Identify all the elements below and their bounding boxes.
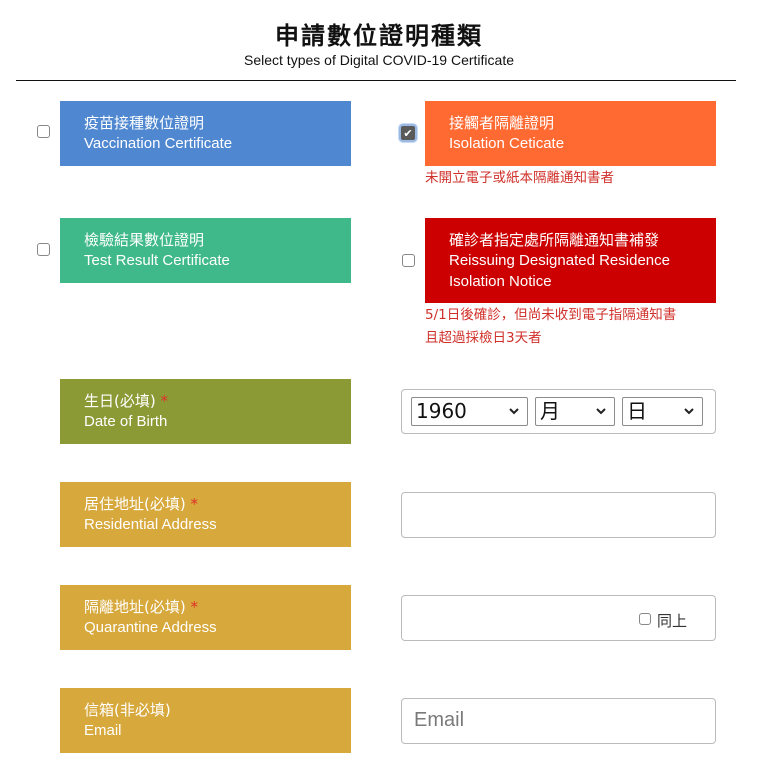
reissue-checkbox[interactable] <box>402 254 415 267</box>
reissue-label-en-line1: Reissuing Designated Residence <box>449 252 670 269</box>
same-as-above-label: 同上 <box>657 612 688 630</box>
checkmark-icon: ✔ <box>403 126 413 140</box>
required-mark: * <box>190 598 199 616</box>
residential-label-zh: 居住地址(必填) <box>84 495 186 513</box>
chevron-down-icon <box>596 408 606 415</box>
page-subtitle: Select types of Digital COVID-19 Certifi… <box>244 52 514 68</box>
dob-label: 生日(必填) * Date of Birth <box>60 379 351 444</box>
required-mark: * <box>160 392 169 410</box>
required-mark: * <box>190 495 199 513</box>
isolation-label-en: Isolation Ceticate <box>449 135 565 152</box>
test-result-label-zh: 檢驗結果數位證明 <box>84 231 205 249</box>
month-value: 月 <box>540 399 560 423</box>
chevron-down-icon <box>684 408 694 415</box>
email-label-zh: 信箱(非必填) <box>84 701 171 719</box>
reissue-note-line1: 5/1日後確診，但尚未收到電子指隔通知書 <box>425 307 677 323</box>
reissue-label-zh: 確診者指定處所隔離通知書補發 <box>449 231 660 249</box>
vaccination-certificate-option[interactable]: 疫苗接種數位證明 Vaccination Certificate <box>60 101 351 166</box>
dob-label-en: Date of Birth <box>84 413 168 430</box>
residential-address-label: 居住地址(必填) * Residential Address <box>60 482 351 547</box>
reissue-label-en-line2: Isolation Notice <box>449 273 552 290</box>
isolation-certificate-option[interactable]: 接觸者隔離證明 Isolation Ceticate <box>425 101 716 166</box>
email-placeholder: Email <box>414 709 465 731</box>
day-value: 日 <box>627 399 647 423</box>
year-value: 1960 <box>416 399 467 423</box>
dob-label-zh: 生日(必填) <box>84 392 156 410</box>
isolation-checkbox[interactable]: ✔ <box>399 124 417 142</box>
vaccination-label-en: Vaccination Certificate <box>84 135 233 152</box>
email-input[interactable]: Email <box>401 698 716 744</box>
vaccination-checkbox[interactable] <box>37 125 50 138</box>
test-result-checkbox[interactable] <box>37 243 50 256</box>
residential-label-en: Residential Address <box>84 516 217 533</box>
reissue-notice-option[interactable]: 確診者指定處所隔離通知書補發 Reissuing Designated Resi… <box>425 218 716 303</box>
email-label: 信箱(非必填) Email <box>60 688 351 753</box>
isolation-note: 未開立電子或紙本隔離通知書者 <box>425 170 614 186</box>
year-select[interactable]: 1960 <box>411 397 528 426</box>
vaccination-label-zh: 疫苗接種數位證明 <box>84 114 205 132</box>
test-result-label-en: Test Result Certificate <box>84 252 230 269</box>
chevron-down-icon <box>509 408 519 415</box>
quarantine-label-zh: 隔離地址(必填) <box>84 598 186 616</box>
residential-address-input[interactable] <box>401 492 716 538</box>
isolation-label-zh: 接觸者隔離證明 <box>449 114 555 132</box>
reissue-note-line2: 且超過採檢日3天者 <box>425 330 542 346</box>
quarantine-label-en: Quarantine Address <box>84 619 217 636</box>
header-divider <box>16 80 736 81</box>
page-title: 申請數位證明種類 <box>275 22 483 50</box>
day-select[interactable]: 日 <box>622 397 703 426</box>
same-as-above-checkbox[interactable] <box>639 613 651 625</box>
email-label-en: Email <box>84 722 122 739</box>
month-select[interactable]: 月 <box>535 397 615 426</box>
test-result-certificate-option[interactable]: 檢驗結果數位證明 Test Result Certificate <box>60 218 351 283</box>
quarantine-address-label: 隔離地址(必填) * Quarantine Address <box>60 585 351 650</box>
